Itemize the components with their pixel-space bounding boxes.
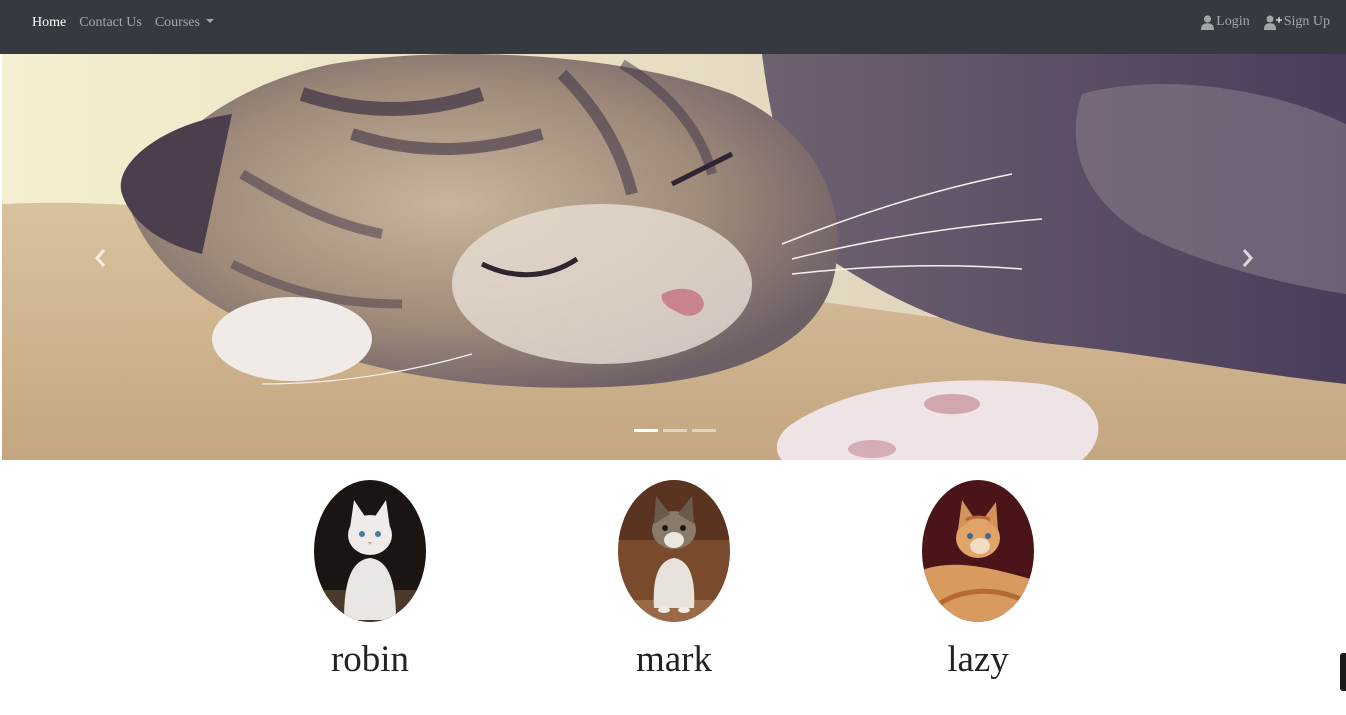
nav-home-link[interactable]: Home xyxy=(32,15,66,31)
nav-contact-link[interactable]: Contact Us xyxy=(79,15,142,31)
profile-card-mark: mark xyxy=(574,480,774,684)
caret-down-icon xyxy=(205,19,214,23)
carousel-indicators xyxy=(634,429,721,432)
carousel-prev-button[interactable] xyxy=(60,230,140,286)
signup-link[interactable]: Sign Up xyxy=(1263,14,1330,30)
nav-courses-dropdown[interactable]: Courses xyxy=(155,15,214,31)
nav-courses-label: Courses xyxy=(154,15,200,30)
user-icon xyxy=(1201,14,1215,30)
carousel-next-button[interactable] xyxy=(1208,230,1288,286)
login-link[interactable]: Login xyxy=(1201,14,1250,30)
sleeping-kitten-photo xyxy=(2,54,1346,460)
hero-carousel xyxy=(2,54,1346,460)
nav-auth-links: Login Sign Up xyxy=(1187,14,1330,30)
login-label: Login xyxy=(1216,14,1250,29)
signup-label: Sign Up xyxy=(1283,14,1330,29)
chevron-right-icon xyxy=(1242,249,1253,267)
carousel-indicator-2[interactable] xyxy=(663,429,687,432)
user-plus-icon xyxy=(1263,15,1282,30)
profile-card-robin: robin xyxy=(270,480,470,684)
nav-links: Home Contact Us Courses xyxy=(32,15,227,31)
avatar-white-kitten xyxy=(314,480,426,622)
profile-name: lazy xyxy=(947,639,1009,680)
profile-name: robin xyxy=(330,639,410,680)
avatar-ginger-kitten xyxy=(922,480,1034,622)
carousel-indicator-1[interactable] xyxy=(634,429,658,432)
carousel-indicator-3[interactable] xyxy=(692,429,716,432)
chevron-left-icon xyxy=(95,249,106,267)
navbar: Home Contact Us Courses Login Sign Up xyxy=(0,0,1346,54)
profile-name: mark xyxy=(635,639,713,680)
profile-card-lazy: lazy xyxy=(878,480,1078,684)
side-widget-tab[interactable] xyxy=(1340,653,1346,691)
avatar-tabby-kitten xyxy=(618,480,730,622)
